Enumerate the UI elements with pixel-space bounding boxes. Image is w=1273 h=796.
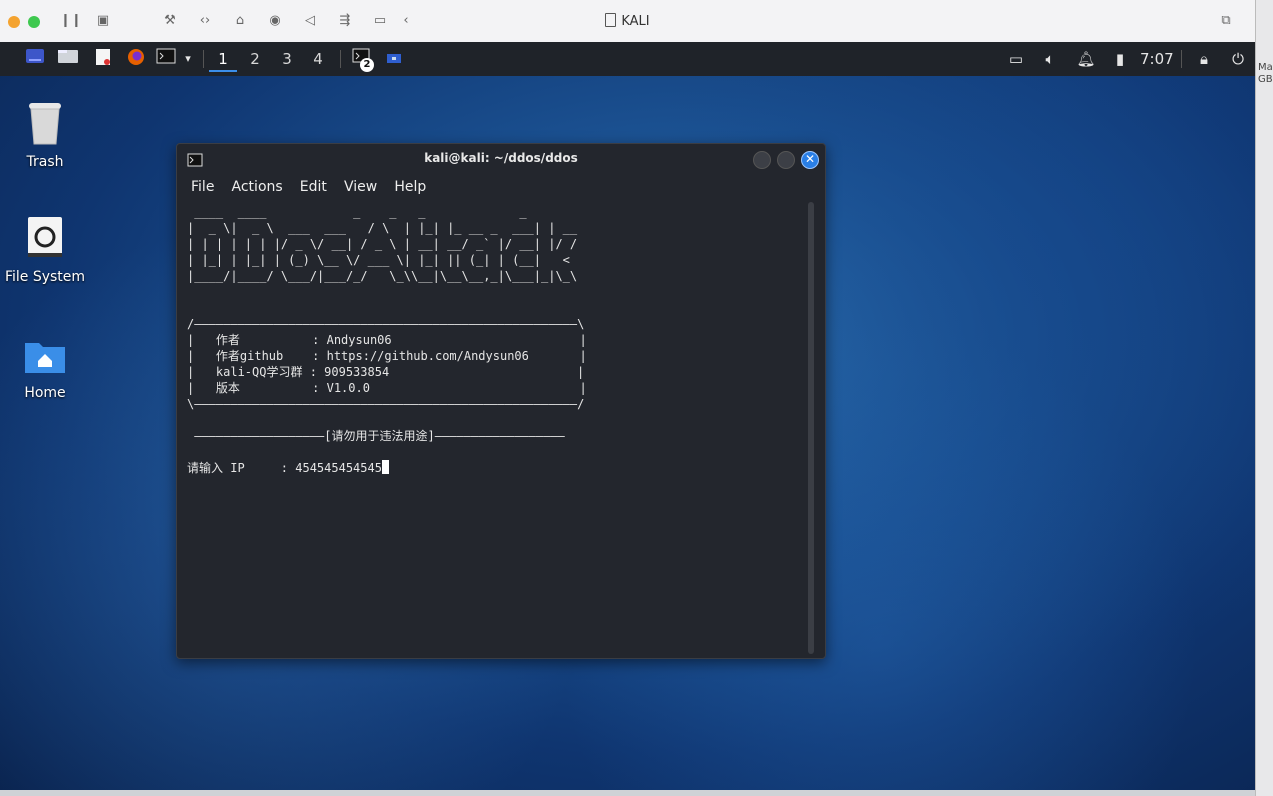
- host-window-bottom-edge: [0, 790, 1255, 796]
- file-manager-icon[interactable]: [57, 48, 79, 70]
- host-side-strip: Mac GB: [1255, 0, 1273, 796]
- document-icon: [605, 13, 617, 27]
- workspace-4[interactable]: 4: [304, 48, 332, 70]
- notification-bell-icon[interactable]: 🔔︎: [1076, 48, 1096, 70]
- terminal-menubar: File Actions Edit View Help: [191, 176, 438, 196]
- window-task-button[interactable]: [385, 48, 403, 70]
- panel-separator: [203, 50, 204, 68]
- close-icon: ✕: [804, 152, 816, 166]
- menu-view[interactable]: View: [344, 179, 377, 195]
- panel-separator: [1181, 50, 1182, 68]
- terminal-task-button[interactable]: 2: [350, 48, 376, 72]
- desktop-icon-label: Trash: [26, 154, 64, 170]
- text-editor-icon[interactable]: [93, 48, 113, 70]
- menu-file[interactable]: File: [191, 179, 214, 195]
- workspace-3[interactable]: 3: [273, 48, 301, 70]
- panel-clock[interactable]: 7:07: [1140, 48, 1174, 70]
- app-menu-icon[interactable]: [24, 48, 46, 70]
- maximize-button[interactable]: [777, 151, 795, 169]
- panel-separator: [340, 50, 341, 68]
- terminal-title: kali@kali: ~/ddos/ddos: [424, 151, 578, 165]
- host-side-text: Mac GB: [1258, 62, 1273, 85]
- display-icon[interactable]: ▭: [1006, 48, 1026, 70]
- menu-help[interactable]: Help: [394, 179, 426, 195]
- trash-icon: [29, 103, 61, 145]
- task-count-badge: 2: [360, 58, 374, 72]
- terminal-launcher-icon[interactable]: [155, 48, 177, 70]
- menu-actions[interactable]: Actions: [232, 179, 283, 195]
- text-cursor: [381, 460, 389, 474]
- lock-icon[interactable]: 🔒︎: [1194, 48, 1214, 70]
- battery-icon[interactable]: ▮: [1110, 48, 1130, 70]
- info-box: /———————————————————————————————————————…: [187, 317, 587, 411]
- desktop-icon-label: Home: [24, 385, 66, 401]
- ip-prompt-line[interactable]: 请输入 IP : 454545454545: [187, 460, 803, 476]
- window-copy-icon[interactable]: ⧉: [1218, 13, 1234, 29]
- menu-edit[interactable]: Edit: [300, 179, 327, 195]
- volume-icon[interactable]: 🔈︎: [1040, 48, 1060, 70]
- home-folder-icon: [25, 343, 65, 373]
- terminal-output[interactable]: ____ ____ _ _ _ _ | _ \| _ \ ___ ___ / \…: [187, 204, 803, 652]
- top-panel: ▾ 1 2 3 4 2 ▭ 🔈︎ 🔔︎ ▮ 7:07 🔒︎ ⏻: [0, 42, 1255, 76]
- logout-icon[interactable]: ⏻: [1228, 48, 1248, 70]
- minimize-button[interactable]: [753, 151, 771, 169]
- kali-desktop: ▾ 1 2 3 4 2 ▭ 🔈︎ 🔔︎ ▮ 7:07 🔒︎ ⏻ Trash Fi…: [0, 42, 1255, 790]
- workspace-2[interactable]: 2: [241, 48, 269, 70]
- terminal-scrollbar[interactable]: [808, 202, 814, 654]
- desktop-icon-trash[interactable]: Trash: [0, 100, 90, 170]
- host-window-titlebar: ❙❙ ▣ ⚒ ‹› ⌂ ◉ ◁ ⇶ ▭ ‹ KALI ⧉: [0, 0, 1255, 43]
- ip-prompt-label: 请输入 IP :: [187, 461, 296, 475]
- close-button[interactable]: ✕: [801, 151, 819, 169]
- desktop-icon-label: File System: [4, 269, 86, 285]
- firefox-icon[interactable]: [125, 48, 147, 70]
- ascii-banner: ____ ____ _ _ _ _ | _ \| _ \ ___ ___ / \…: [187, 205, 578, 283]
- drive-icon: [28, 217, 62, 257]
- desktop-icon-home[interactable]: Home: [0, 337, 90, 401]
- host-window-title: KALI: [621, 14, 650, 29]
- ip-input-value[interactable]: 454545454545: [295, 461, 382, 475]
- warning-line: ——————————————————[请勿用于违法用途]————————————…: [187, 429, 565, 443]
- chevron-down-icon[interactable]: ▾: [181, 48, 195, 70]
- terminal-window: kali@kali: ~/ddos/ddos ✕ File Actions Ed…: [176, 143, 826, 659]
- workspace-1[interactable]: 1: [209, 48, 237, 72]
- desktop-icon-file-system[interactable]: File System: [0, 215, 90, 285]
